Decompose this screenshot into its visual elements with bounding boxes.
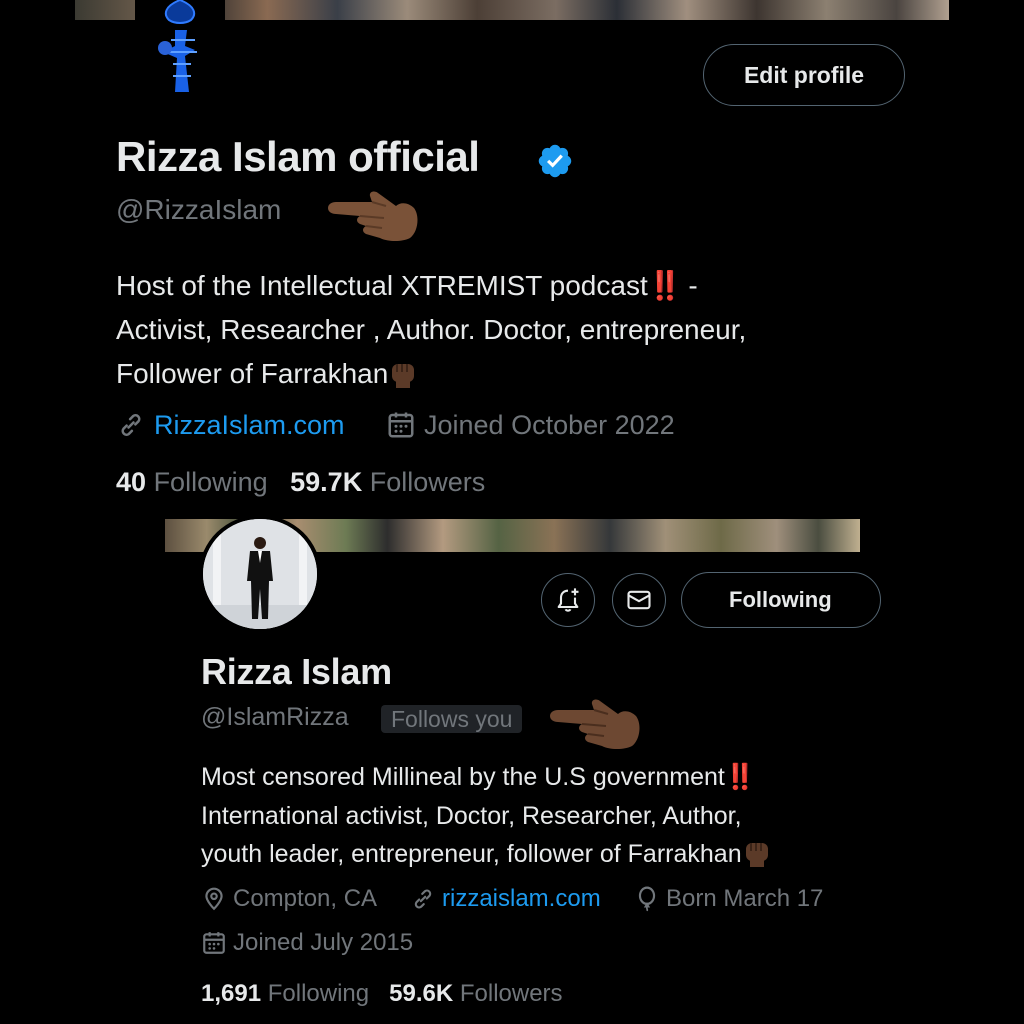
bio-line: youth leader, entrepreneur, follower of … <box>201 840 742 868</box>
profile1-avatar[interactable] <box>135 0 225 96</box>
pointing-hand-icon <box>550 699 640 749</box>
double-exclamation-icon: ‼️ <box>647 270 683 301</box>
bio-line: International activist, Doctor, Research… <box>201 801 742 830</box>
followers-link[interactable]: 59.6K Followers <box>389 980 562 1007</box>
profile2-bio: Most censored Millineal by the U.S gover… <box>201 758 901 874</box>
notify-button[interactable] <box>541 573 595 627</box>
pointing-hand-icon <box>328 191 418 241</box>
profile1-stats: 40 Following 59.7K Followers <box>116 467 485 498</box>
bio-line: Follower of Farrakhan <box>116 358 389 389</box>
raised-fist-icon <box>745 843 768 867</box>
double-exclamation-icon: ‼️ <box>724 763 756 791</box>
screenshot-edge <box>860 519 1024 639</box>
followers-label: Followers <box>459 980 563 1007</box>
profile1-display-name: Rizza Islam official <box>116 133 480 180</box>
bio-line-end: - <box>680 270 698 301</box>
profile1-joined: Joined October 2022 <box>386 405 675 445</box>
profile2-avatar[interactable] <box>199 515 321 633</box>
profile2-stats: 1,691 Following 59.6K Followers <box>201 980 563 1008</box>
profile2-website[interactable]: rizzaislam.com <box>410 882 601 916</box>
profile2-born: Born March 17 <box>634 882 823 916</box>
bio-line: Host of the Intellectual XTREMIST podcas… <box>116 270 648 301</box>
link-icon <box>121 414 141 436</box>
location-pin-icon <box>205 887 223 911</box>
message-button[interactable] <box>612 573 666 627</box>
follows-you-badge: Follows you <box>381 705 523 733</box>
following-count: 1,691 <box>201 980 262 1007</box>
profile1-website-link[interactable]: RizzaIslam.com <box>154 410 345 441</box>
profile2-display-name: Rizza Islam <box>201 651 392 692</box>
profile2-handle: @IslamRizza <box>201 703 349 731</box>
following-button[interactable]: Following <box>681 572 881 628</box>
following-link[interactable]: 40 Following <box>116 467 268 497</box>
verified-badge-icon[interactable] <box>536 142 574 180</box>
profile1-handle: @RizzaIslam <box>116 194 282 225</box>
bio-line: Activist, Researcher , Author. Doctor, e… <box>116 314 747 345</box>
profile1-joined-text: Joined October 2022 <box>424 409 675 440</box>
profile2-location: Compton, CA <box>201 882 377 916</box>
followers-label: Followers <box>369 467 486 497</box>
profile2-location-text: Compton, CA <box>233 885 378 912</box>
profile1-website[interactable]: RizzaIslam.com <box>116 405 345 445</box>
profile1-bio: Host of the Intellectual XTREMIST podcas… <box>116 264 896 396</box>
following-label: Following <box>267 980 370 1007</box>
profile2-website-link[interactable]: rizzaislam.com <box>442 885 601 913</box>
profile2-joined: Joined July 2015 <box>201 926 413 960</box>
envelope-icon <box>627 590 651 610</box>
raised-fist-icon <box>392 364 415 388</box>
bell-plus-icon <box>557 588 579 612</box>
followers-count: 59.7K <box>290 467 363 497</box>
followers-link[interactable]: 59.7K Followers <box>290 467 485 497</box>
bio-line: Most censored Millineal by the U.S gover… <box>201 763 725 791</box>
following-count: 40 <box>116 467 147 497</box>
link-icon <box>414 889 432 909</box>
profile2-joined-text: Joined July 2015 <box>233 929 414 956</box>
profile2-born-text: Born March 17 <box>666 885 824 912</box>
calendar-icon <box>203 932 225 954</box>
edit-profile-button[interactable]: Edit profile <box>703 44 905 106</box>
following-link[interactable]: 1,691 Following <box>201 980 369 1007</box>
followers-count: 59.6K <box>389 980 454 1007</box>
calendar-icon <box>388 412 414 438</box>
following-label: Following <box>153 467 268 497</box>
balloon-icon <box>638 886 656 912</box>
